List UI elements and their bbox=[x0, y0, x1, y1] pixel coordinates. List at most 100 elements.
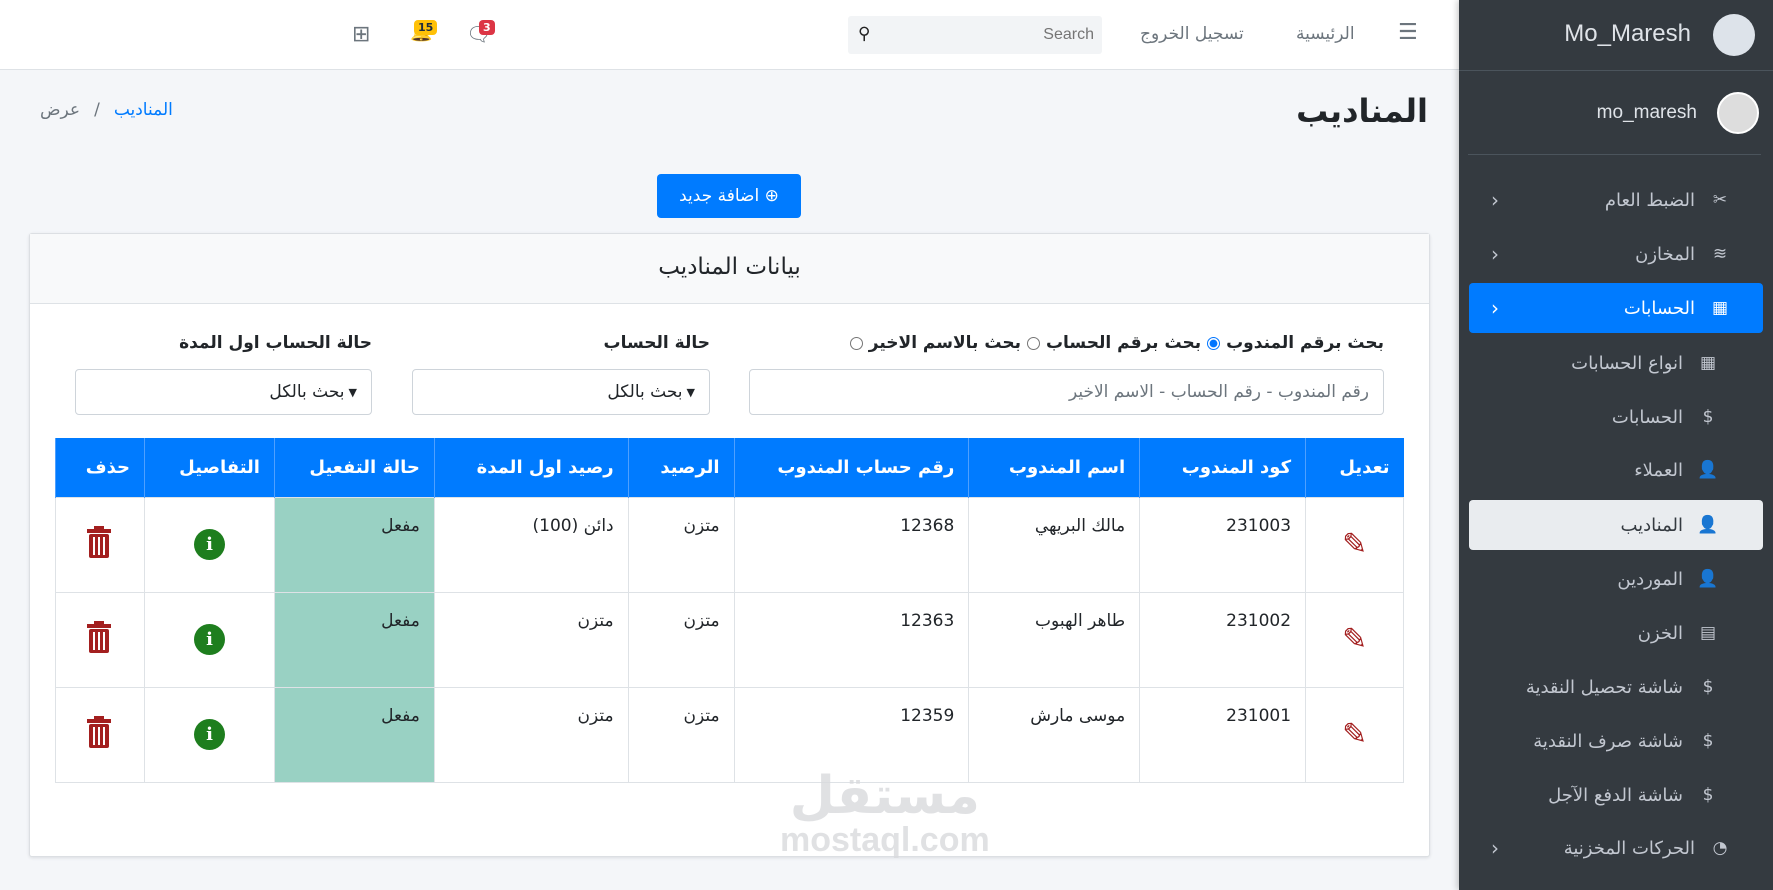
col-details: التفاصيل bbox=[144, 438, 275, 497]
search-input[interactable] bbox=[894, 22, 1094, 48]
delegate-search-input[interactable]: رقم المندوب - رقم الحساب - الاسم الاخير bbox=[749, 369, 1384, 415]
hand-dollar-icon: $ bbox=[1702, 677, 1714, 697]
user-tag-icon: 👤 bbox=[1697, 515, 1719, 535]
start-balance-cell: متزن bbox=[433, 686, 629, 783]
page-title: المناديب bbox=[1296, 92, 1428, 130]
radio-by-name-label: بحث بالاسم الاخير bbox=[868, 333, 1021, 353]
search-icon[interactable]: ⚲ bbox=[858, 24, 870, 44]
start-balance-cell: متزن bbox=[433, 591, 629, 688]
breadcrumb-separator: / bbox=[94, 100, 100, 120]
start-status-select[interactable]: ▼ بحث بالكل bbox=[75, 369, 372, 415]
code-cell: 231001 bbox=[1139, 686, 1307, 783]
sidebar-item-deferred-payment[interactable]: $ شاشة الدفع الآجل bbox=[1469, 770, 1763, 820]
edit-cell: ✎ bbox=[1305, 591, 1404, 688]
radio-by-code-label: بحث برقم المندوب bbox=[1226, 333, 1384, 353]
user-tag-icon: 👤 bbox=[1697, 460, 1719, 480]
edit-icon[interactable]: ✎ bbox=[1342, 527, 1367, 562]
info-icon[interactable]: i bbox=[194, 719, 225, 750]
hand-dollar-icon: $ bbox=[1702, 785, 1714, 805]
table-row: ✎ 231002 طاهر الهبوب 12363 متزن متزن مفع… bbox=[54, 591, 1404, 688]
radio-by-account-label: بحث برقم الحساب bbox=[1045, 333, 1202, 353]
chevron-left-icon: ‹ bbox=[1491, 836, 1499, 860]
plus-circle-icon: ⊕ bbox=[759, 186, 779, 206]
top-navbar: ☰ الرئيسية تسجيل الخروج ⚲ 🗨3 🔔15 ⊞ bbox=[0, 0, 1459, 70]
col-name: اسم المندوب bbox=[968, 438, 1140, 497]
account-status-select[interactable]: ▼ بحث بالكل bbox=[412, 369, 710, 415]
name-cell: طاهر الهبوب bbox=[968, 591, 1141, 688]
balance-cell: متزن bbox=[627, 496, 735, 593]
trash-icon[interactable] bbox=[87, 621, 112, 653]
edit-cell: ✎ bbox=[1305, 686, 1404, 783]
notifications-badge: 15 bbox=[414, 20, 438, 35]
sidebar-item-cash-collection[interactable]: $ شاشة تحصيل النقدية bbox=[1469, 662, 1763, 712]
col-status: حالة التفعيل bbox=[273, 438, 435, 497]
trash-icon[interactable] bbox=[87, 526, 112, 558]
table-row: ✎ 231001 موسى مارش 12359 متزن متزن مفعل … bbox=[54, 686, 1404, 783]
breadcrumb-current: عرض bbox=[40, 100, 81, 120]
bell-icon[interactable]: 🔔15 bbox=[410, 20, 438, 43]
table-header-row: تعديل كود المندوب اسم المندوب رقم حساب ا… bbox=[54, 438, 1404, 497]
chevron-left-icon: ‹ bbox=[1491, 188, 1499, 212]
messages-badge: 3 bbox=[479, 20, 495, 35]
details-cell: i bbox=[144, 591, 275, 688]
sidebar-item-suppliers[interactable]: 👤 الموردين bbox=[1469, 554, 1763, 604]
radio-by-account[interactable] bbox=[1026, 336, 1040, 350]
delegates-table: تعديل كود المندوب اسم المندوب رقم حساب ا… bbox=[54, 438, 1404, 783]
add-new-button[interactable]: ⊕ اضافة جديد bbox=[657, 174, 801, 218]
divider bbox=[1459, 70, 1773, 71]
code-cell: 231002 bbox=[1139, 591, 1307, 688]
sidebar-item-account-types[interactable]: ▦ انواع الحسابات bbox=[1469, 338, 1763, 388]
sidebar: Mo_Maresh mo_maresh ✂ الضبط العام ‹ ≋ المخا… bbox=[1459, 0, 1773, 890]
table-row: ✎ 231003 مالك البريهي 12368 متزن دائن (1… bbox=[54, 496, 1404, 593]
search-type-radios: بحث برقم المندوب بحث برقم الحساب بحث بال… bbox=[849, 333, 1384, 353]
hamburger-menu-icon[interactable]: ☰ bbox=[1398, 20, 1418, 45]
edit-icon[interactable]: ✎ bbox=[1342, 717, 1367, 752]
sidebar-item-cash-disbursement[interactable]: $ شاشة صرف النقدية bbox=[1469, 716, 1763, 766]
account-cell: 12368 bbox=[733, 496, 970, 593]
logout-link[interactable]: تسجيل الخروج bbox=[1140, 24, 1244, 44]
user-avatar bbox=[1717, 92, 1759, 134]
account-status-label: حالة الحساب bbox=[603, 333, 710, 353]
user-name[interactable]: mo_maresh bbox=[1597, 102, 1697, 124]
radio-by-code[interactable] bbox=[1207, 336, 1221, 350]
account-cell: 12363 bbox=[733, 591, 970, 688]
money-chart-icon: ▦ bbox=[1711, 298, 1729, 318]
chevron-left-icon: ‹ bbox=[1491, 296, 1499, 320]
edit-icon[interactable]: ✎ bbox=[1342, 622, 1367, 657]
details-cell: i bbox=[144, 686, 275, 783]
home-link[interactable]: الرئيسية bbox=[1296, 24, 1355, 44]
col-delete: حذف bbox=[54, 438, 145, 497]
comments-icon[interactable]: 🗨 3 bbox=[466, 20, 495, 46]
details-cell: i bbox=[144, 496, 275, 593]
caret-down-icon: ▼ bbox=[686, 385, 695, 399]
search-box[interactable]: ⚲ bbox=[848, 16, 1102, 54]
sidebar-item-delegates[interactable]: 👤 المناديب bbox=[1469, 500, 1763, 550]
cash-register-icon: ▤ bbox=[1699, 623, 1717, 643]
delete-cell bbox=[54, 686, 146, 783]
radio-by-name[interactable] bbox=[849, 336, 863, 350]
sidebar-item-treasuries[interactable]: ▤ الخزن bbox=[1469, 608, 1763, 658]
info-icon[interactable]: i bbox=[194, 529, 225, 560]
dollar-icon: $ bbox=[1702, 407, 1714, 427]
user-tag-icon: 👤 bbox=[1697, 569, 1719, 589]
delete-cell bbox=[54, 591, 146, 688]
sidebar-item-inventory-movements[interactable]: ◔ الحركات المخزنية ‹ bbox=[1469, 823, 1763, 873]
trash-icon[interactable] bbox=[87, 716, 112, 748]
stack-icon: ≋ bbox=[1712, 244, 1728, 264]
sidebar-item-stores[interactable]: ≋ المخازن ‹ bbox=[1469, 229, 1763, 279]
edit-cell: ✎ bbox=[1305, 496, 1404, 593]
breadcrumb: المناديب / عرض bbox=[40, 100, 173, 120]
status-cell: مفعل bbox=[273, 591, 435, 688]
name-cell: موسى مارش bbox=[968, 686, 1141, 783]
sidebar-item-accounts-list[interactable]: $ الحسابات bbox=[1469, 392, 1763, 442]
breadcrumb-link[interactable]: المناديب bbox=[114, 100, 173, 120]
balance-cell: متزن bbox=[627, 686, 735, 783]
sidebar-item-general-settings[interactable]: ✂ الضبط العام ‹ bbox=[1469, 175, 1763, 225]
divider bbox=[1468, 154, 1761, 155]
brand-name[interactable]: Mo_Maresh bbox=[1564, 20, 1691, 48]
sidebar-item-customers[interactable]: 👤 العملاء bbox=[1469, 445, 1763, 495]
info-icon[interactable]: i bbox=[194, 624, 225, 655]
grid-icon[interactable]: ⊞ bbox=[352, 22, 370, 47]
sidebar-item-accounts[interactable]: ▦ الحسابات ‹ bbox=[1469, 283, 1763, 333]
col-code: كود المندوب bbox=[1139, 438, 1306, 497]
